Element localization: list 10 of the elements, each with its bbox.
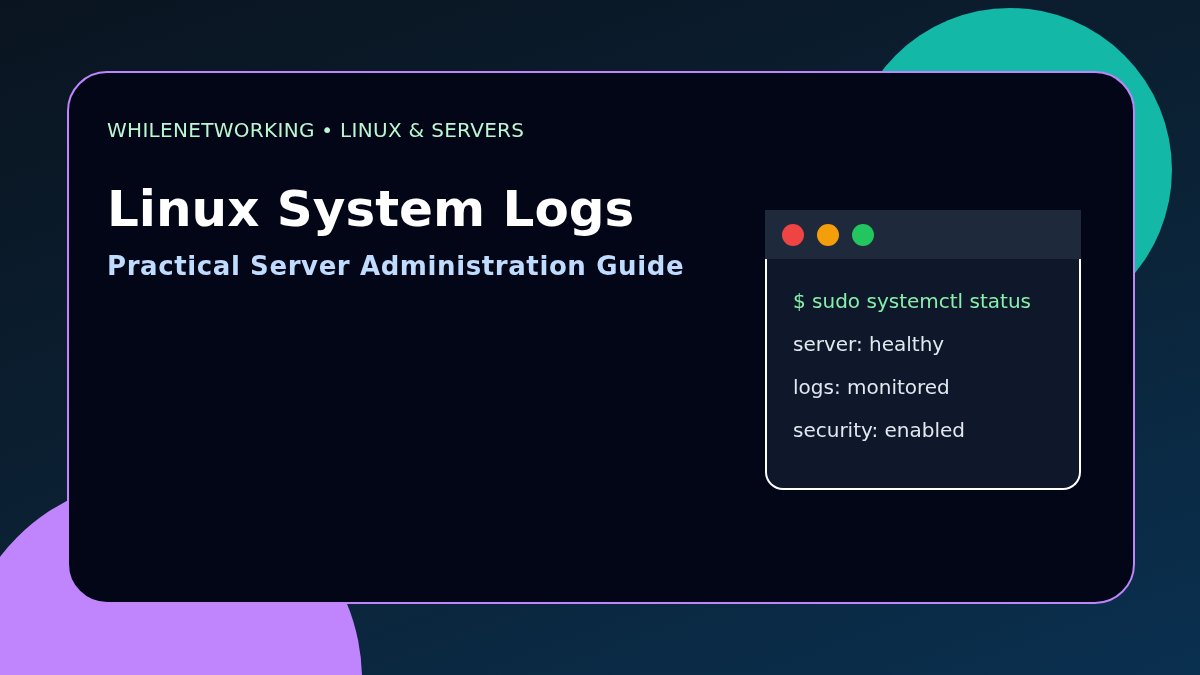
terminal-output: logs: monitored bbox=[793, 375, 951, 399]
eyebrow-text: WHILENETWORKING • LINUX & SERVERS bbox=[107, 118, 526, 142]
terminal-output: server: healthy bbox=[793, 332, 946, 356]
close-dot-icon bbox=[782, 223, 804, 246]
minimize-dot-icon bbox=[817, 223, 839, 246]
page-title: Linux System Logs bbox=[107, 182, 636, 237]
terminal-command: $ sudo systemctl status bbox=[793, 289, 1032, 313]
maximize-dot-icon bbox=[852, 223, 874, 246]
terminal-output: security: enabled bbox=[793, 418, 966, 442]
subtitle: Practical Server Administration Guide bbox=[107, 251, 685, 281]
